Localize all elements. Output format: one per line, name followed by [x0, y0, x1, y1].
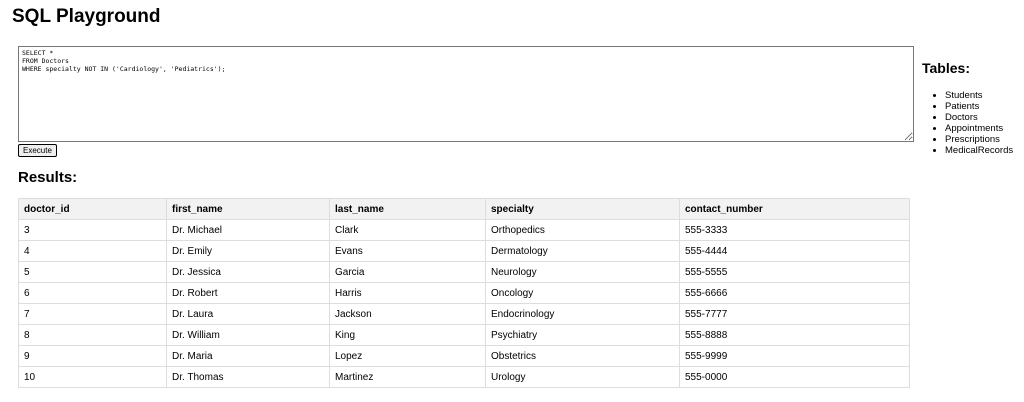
table-cell-specialty: Urology	[485, 366, 680, 388]
table-cell-doctor-id: 10	[18, 366, 167, 388]
table-cell-last-name: Harris	[329, 282, 486, 304]
execute-button[interactable]: Execute	[18, 144, 57, 157]
table-cell-doctor-id: 8	[18, 324, 167, 346]
table-cell-last-name: Jackson	[329, 303, 486, 325]
table-row: 7 Dr. Laura Jackson Endocrinology 555-7777	[18, 303, 910, 325]
table-cell-specialty: Orthopedics	[485, 219, 680, 241]
table-cell-first-name: Dr. William	[166, 324, 330, 346]
table-cell-doctor-id: 3	[18, 219, 167, 241]
sql-query-editor[interactable]: SELECT * FROM Doctors WHERE specialty NO…	[18, 46, 914, 142]
tables-panel: Tables: StudentsPatientsDoctorsAppointme…	[922, 60, 1024, 156]
results-body: 3 Dr. Michael Clark Orthopedics 555-3333 4 Dr.…	[18, 219, 910, 388]
table-cell-specialty: Obstetrics	[485, 345, 680, 367]
table-cell-last-name: Martinez	[329, 366, 486, 388]
table-row: 6 Dr. Robert Harris Oncology 555-6666	[18, 282, 910, 304]
table-cell-contact-number: 555-8888	[679, 324, 910, 346]
table-cell-last-name: King	[329, 324, 486, 346]
table-row: 9 Dr. Maria Lopez Obstetrics 555-9999	[18, 345, 910, 367]
table-cell-last-name: Lopez	[329, 345, 486, 367]
column-header-contact-number: contact_number	[679, 198, 910, 220]
table-cell-contact-number: 555-4444	[679, 240, 910, 262]
table-cell-last-name: Garcia	[329, 261, 486, 283]
table-cell-specialty: Endocrinology	[485, 303, 680, 325]
column-header-specialty: specialty	[485, 198, 680, 220]
table-cell-first-name: Dr. Emily	[166, 240, 330, 262]
table-row: 3 Dr. Michael Clark Orthopedics 555-3333	[18, 219, 910, 241]
table-cell-specialty: Oncology	[485, 282, 680, 304]
table-list-item: Doctors	[945, 112, 1024, 123]
table-cell-doctor-id: 6	[18, 282, 167, 304]
table-cell-contact-number: 555-3333	[679, 219, 910, 241]
table-cell-first-name: Dr. Thomas	[166, 366, 330, 388]
results-header-row: doctor_id first_name last_name specialty…	[18, 198, 910, 220]
table-cell-first-name: Dr. Jessica	[166, 261, 330, 283]
table-cell-contact-number: 555-6666	[679, 282, 910, 304]
table-cell-contact-number: 555-5555	[679, 261, 910, 283]
table-list-item: MedicalRecords	[945, 145, 1024, 156]
table-cell-doctor-id: 7	[18, 303, 167, 325]
table-cell-doctor-id: 5	[18, 261, 167, 283]
table-cell-last-name: Evans	[329, 240, 486, 262]
table-cell-first-name: Dr. Robert	[166, 282, 330, 304]
table-cell-first-name: Dr. Laura	[166, 303, 330, 325]
table-cell-specialty: Dermatology	[485, 240, 680, 262]
results-table: doctor_id first_name last_name specialty…	[18, 198, 910, 388]
table-cell-contact-number: 555-0000	[679, 366, 910, 388]
table-cell-last-name: Clark	[329, 219, 486, 241]
table-cell-first-name: Dr. Michael	[166, 219, 330, 241]
column-header-last-name: last_name	[329, 198, 486, 220]
table-row: 4 Dr. Emily Evans Dermatology 555-4444	[18, 240, 910, 262]
column-header-doctor-id: doctor_id	[18, 198, 167, 220]
tables-heading: Tables:	[922, 60, 970, 76]
table-list-item: Appointments	[945, 123, 1024, 134]
column-header-first-name: first_name	[166, 198, 330, 220]
table-cell-contact-number: 555-7777	[679, 303, 910, 325]
table-cell-specialty: Psychiatry	[485, 324, 680, 346]
table-cell-contact-number: 555-9999	[679, 345, 910, 367]
results-heading: Results:	[18, 169, 78, 186]
table-cell-first-name: Dr. Maria	[166, 345, 330, 367]
page-title: SQL Playground	[12, 6, 161, 27]
table-list-item: Patients	[945, 101, 1024, 112]
table-list-item: Prescriptions	[945, 134, 1024, 145]
table-row: 8 Dr. William King Psychiatry 555-8888	[18, 324, 910, 346]
tables-list: StudentsPatientsDoctorsAppointmentsPresc…	[922, 90, 1024, 156]
table-row: 10 Dr. Thomas Martinez Urology 555-0000	[18, 366, 910, 388]
sql-playground-page: SQL Playground SELECT * FROM Doctors WHE…	[0, 0, 1024, 402]
table-list-item: Students	[945, 90, 1024, 101]
table-cell-doctor-id: 4	[18, 240, 167, 262]
table-cell-doctor-id: 9	[18, 345, 167, 367]
table-cell-specialty: Neurology	[485, 261, 680, 283]
table-row: 5 Dr. Jessica Garcia Neurology 555-5555	[18, 261, 910, 283]
